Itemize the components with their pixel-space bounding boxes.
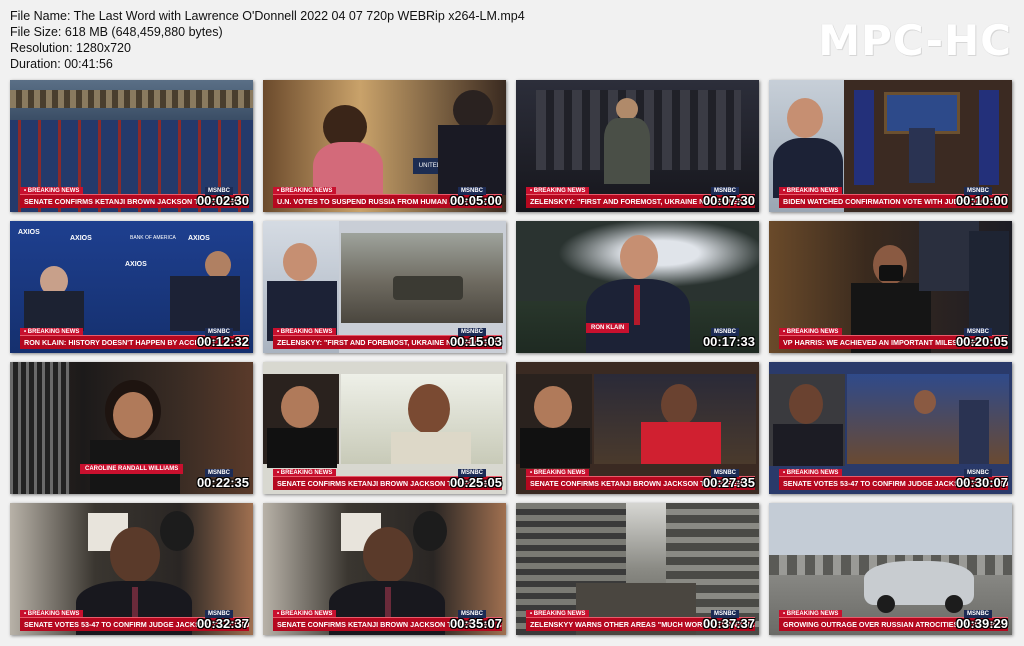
thumbnail[interactable]: CAROLINE RANDALL WILLIAMS MSNBC 00:22:35 xyxy=(10,362,253,494)
timestamp: 00:07:30 xyxy=(702,193,755,208)
timestamp: 00:32:37 xyxy=(196,616,249,631)
thumbnail[interactable]: • BREAKING NEWS SENATE CONFIRMS KETANJI B… xyxy=(10,80,253,212)
thumbnail-grid: • BREAKING NEWS SENATE CONFIRMS KETANJI B… xyxy=(10,80,1012,635)
timestamp: 00:02:30 xyxy=(196,193,249,208)
name-plate: CAROLINE RANDALL WILLIAMS xyxy=(80,464,184,474)
file-info: File Name: The Last Word with Lawrence O… xyxy=(10,8,525,72)
timestamp: 00:17:33 xyxy=(702,334,755,349)
name-plate: RON KLAIN xyxy=(586,323,630,333)
thumbnail[interactable]: • BREAKING NEWS SENATE CONFIRMS KETANJI B… xyxy=(263,503,506,635)
timestamp: 00:39:29 xyxy=(955,616,1008,631)
mpc-hc-logo: MPC-HC xyxy=(818,16,1012,65)
timestamp: 00:20:05 xyxy=(955,334,1008,349)
timestamp: 00:30:07 xyxy=(955,475,1008,490)
thumbnail[interactable]: • BREAKING NEWS ZELENSKYY: "FIRST AND FOR… xyxy=(516,80,759,212)
thumbnail[interactable]: • BREAKING NEWS SENATE CONFIRMS KETANJI B… xyxy=(516,362,759,494)
duration: Duration: 00:41:56 xyxy=(10,57,113,71)
file-name: File Name: The Last Word with Lawrence O… xyxy=(10,9,525,23)
timestamp: 00:25:05 xyxy=(449,475,502,490)
timestamp: 00:37:37 xyxy=(702,616,755,631)
thumbnail[interactable]: • BREAKING NEWS ZELENSKYY: "FIRST AND FOR… xyxy=(263,221,506,353)
thumbnail[interactable]: • BREAKING NEWS GROWING OUTRAGE OVER RUSS… xyxy=(769,503,1012,635)
timestamp: 00:05:00 xyxy=(449,193,502,208)
timestamp: 00:15:03 xyxy=(449,334,502,349)
timestamp: 00:35:07 xyxy=(449,616,502,631)
file-size: File Size: 618 MB (648,459,880 bytes) xyxy=(10,25,223,39)
timestamp: 00:12:32 xyxy=(196,334,249,349)
timestamp: 00:22:35 xyxy=(196,475,249,490)
thumbnail[interactable]: • BREAKING NEWS SENATE CONFIRMS KETANJI B… xyxy=(263,362,506,494)
thumbnail[interactable]: • BREAKING NEWS VP HARRIS: WE ACHIEVED AN… xyxy=(769,221,1012,353)
thumbnail[interactable]: • BREAKING NEWS BIDEN WATCHED CONFIRMATIO… xyxy=(769,80,1012,212)
thumbnail[interactable]: • BREAKING NEWS SENATE VOTES 53-47 TO CON… xyxy=(10,503,253,635)
timestamp: 00:27:35 xyxy=(702,475,755,490)
thumbnail[interactable]: RON KLAIN MSNBC 00:17:33 xyxy=(516,221,759,353)
thumbnail[interactable]: AXIOS AXIOS BANK OF AMERICA AXIOS AXIOS … xyxy=(10,221,253,353)
thumbnail[interactable]: • BREAKING NEWS SENATE VOTES 53-47 TO CON… xyxy=(769,362,1012,494)
resolution: Resolution: 1280x720 xyxy=(10,41,131,55)
timestamp: 00:10:00 xyxy=(955,193,1008,208)
thumbnail[interactable]: UNITED STATES • BREAKING NEWSU.N. VOTES … xyxy=(263,80,506,212)
thumbnail[interactable]: • BREAKING NEWS ZELENSKYY WARNS OTHER ARE… xyxy=(516,503,759,635)
